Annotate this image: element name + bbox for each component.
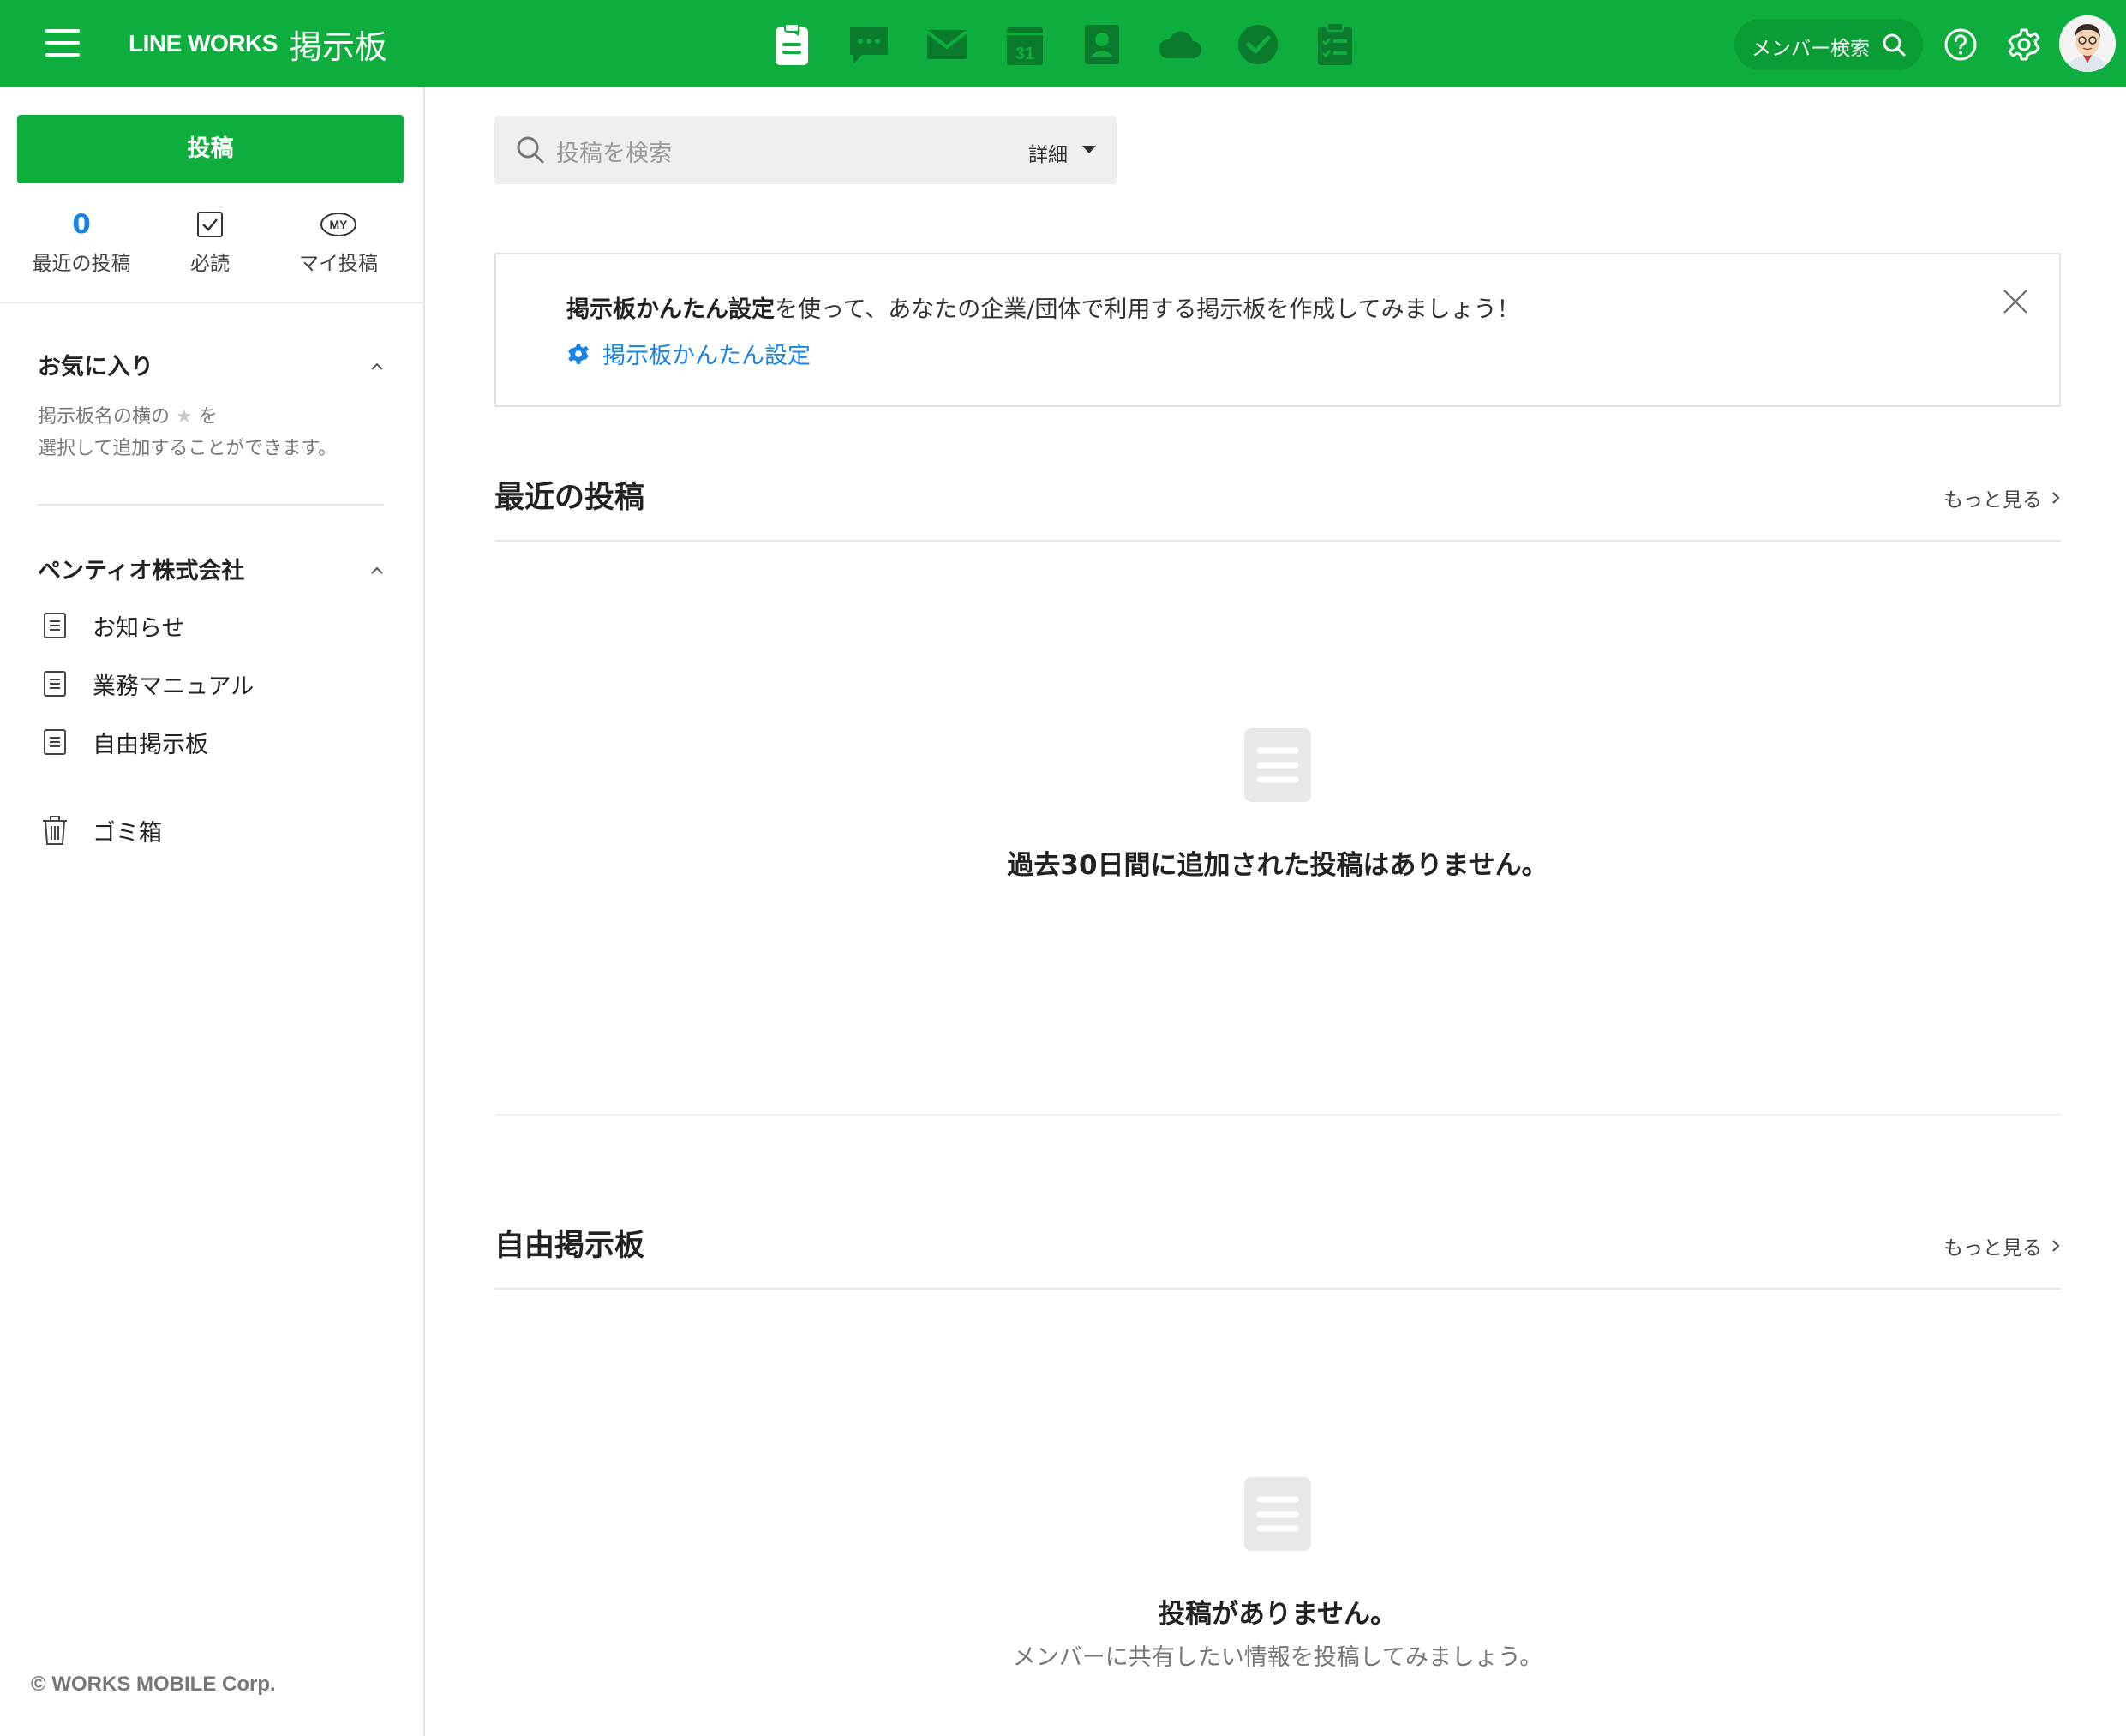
gear-icon [568,343,589,364]
post-search-box[interactable]: 投稿を検索 詳細 [494,116,1117,184]
sidebar-item-label: ゴミ箱 [93,819,162,847]
board-list-icon [38,667,72,701]
help-icon[interactable] [1943,27,1978,62]
empty-board-icon [1244,728,1311,802]
divider [494,1288,2061,1290]
free-board-header: 自由掲示板 もっと見る [494,1221,2061,1272]
sidebar-item-label: 業務マニュアル [93,673,255,700]
favorites-title: お気に入り [38,354,153,380]
member-search-button[interactable]: メンバー検索 [1734,19,1923,70]
divider [494,1114,2061,1116]
sidebar: 投稿 0 最近の投稿 必読 MY マイ投稿 お気に入り 掲示板名の横の ★ を … [0,87,425,1736]
banner-bold-text: 掲示板かんたん設定 [566,296,775,323]
recent-count: 0 [72,209,91,240]
new-post-button[interactable]: 投稿 [17,115,404,183]
close-icon[interactable] [2003,289,2028,314]
sidebar-item-notice[interactable]: お知らせ [38,604,398,647]
free-board-empty-message: 投稿がありません。 [1158,1599,1398,1630]
contacts-icon[interactable] [1078,21,1126,69]
star-icon: ★ [176,406,193,428]
easy-setup-link[interactable]: 掲示板かんたん設定 [566,337,811,370]
checkbox-icon [197,212,223,237]
sidebar-item-free-board[interactable]: 自由掲示板 [38,721,398,763]
chevron-right-icon [2052,1240,2060,1252]
company-title: ペンティオ株式会社 [38,558,245,584]
section-title: 最近の投稿 [494,481,645,515]
search-detail-dropdown[interactable]: 詳細 [1028,138,1068,167]
more-link[interactable]: もっと見る [1943,483,2061,512]
copyright: © WORKS MOBILE Corp. [31,1673,276,1696]
favorites-note: 掲示板名の横の ★ を 選択して追加することができます。 [38,401,398,464]
chevron-up-icon[interactable] [367,564,387,578]
my-icon-text: MY [330,218,349,231]
my-icon: MY [320,213,356,236]
setup-banner: 掲示板かんたん設定を使って、あなたの企業/団体で利用する掲示板を作成してみましょ… [494,253,2061,407]
search-icon [1883,33,1906,57]
calendar-icon[interactable]: 31 [1001,21,1049,69]
required-label: 必読 [190,253,230,275]
recent-label: 最近の投稿 [32,253,131,275]
divider [38,504,384,506]
mail-icon[interactable] [923,21,971,69]
divider [494,540,2061,542]
search-input[interactable]: 投稿を検索 [556,135,672,168]
top-bar: LINE WORKS 掲示板 31 メンバー検索 [0,0,2126,87]
more-link[interactable]: もっと見る [1943,1231,2061,1260]
drive-icon[interactable] [1155,21,1203,69]
sidebar-item-trash[interactable]: ゴミ箱 [38,809,398,852]
my-posts-label: マイ投稿 [299,253,378,275]
trash-icon [38,813,72,847]
board-icon[interactable] [768,21,816,69]
divider [0,302,423,303]
board-list-icon [38,608,72,643]
empty-board-icon [1244,1477,1311,1551]
member-search-label: メンバー検索 [1752,38,1870,60]
chevron-down-icon[interactable] [1082,146,1096,153]
favorites-note-prefix: 掲示板名の横の [38,406,171,428]
sidebar-item-manual[interactable]: 業務マニュアル [38,662,398,705]
more-link-label: もっと見る [1943,1237,2042,1260]
menu-icon[interactable] [45,29,80,57]
sidebar-item-label: 自由掲示板 [93,731,208,758]
banner-message: 掲示板かんたん設定を使って、あなたの企業/団体で利用する掲示板を作成してみましょ… [566,290,1520,324]
app-brand[interactable]: LINE WORKS 掲示板 [129,22,387,66]
recent-posts-header: 最近の投稿 もっと見る [494,473,2061,524]
gear-icon[interactable] [2007,27,2041,62]
more-link-label: もっと見る [1943,489,2042,512]
avatar[interactable] [2059,15,2116,72]
sidebar-item-label: お知らせ [93,614,185,642]
survey-icon[interactable] [1311,21,1359,69]
quick-link-required[interactable]: 必読 [146,207,274,293]
favorites-note-suffix: を [198,406,218,428]
chevron-right-icon [2052,492,2060,504]
calendar-day-text: 31 [1015,45,1034,63]
search-icon [517,136,544,164]
board-list-icon [38,725,72,759]
app-title: 掲示板 [289,27,387,66]
free-board-empty-sub: メンバーに共有したい情報を投稿してみましょう。 [1012,1644,1543,1671]
banner-rest-text: を使って、あなたの企業/団体で利用する掲示板を作成してみましょう！ [775,296,1520,323]
quick-link-recent[interactable]: 0 最近の投稿 [17,207,146,293]
favorites-note-line2: 選択して追加することができます。 [38,438,338,459]
task-icon[interactable] [1234,21,1282,69]
easy-setup-link-label: 掲示板かんたん設定 [602,343,811,369]
chevron-up-icon[interactable] [367,360,387,374]
line-works-logo: LINE WORKS [129,30,278,57]
quick-link-my-posts[interactable]: MY マイ投稿 [274,207,403,293]
talk-icon[interactable] [845,21,893,69]
recent-empty-message: 過去30日間に追加された投稿はありません。 [1007,850,1548,881]
section-title: 自由掲示板 [494,1229,645,1263]
